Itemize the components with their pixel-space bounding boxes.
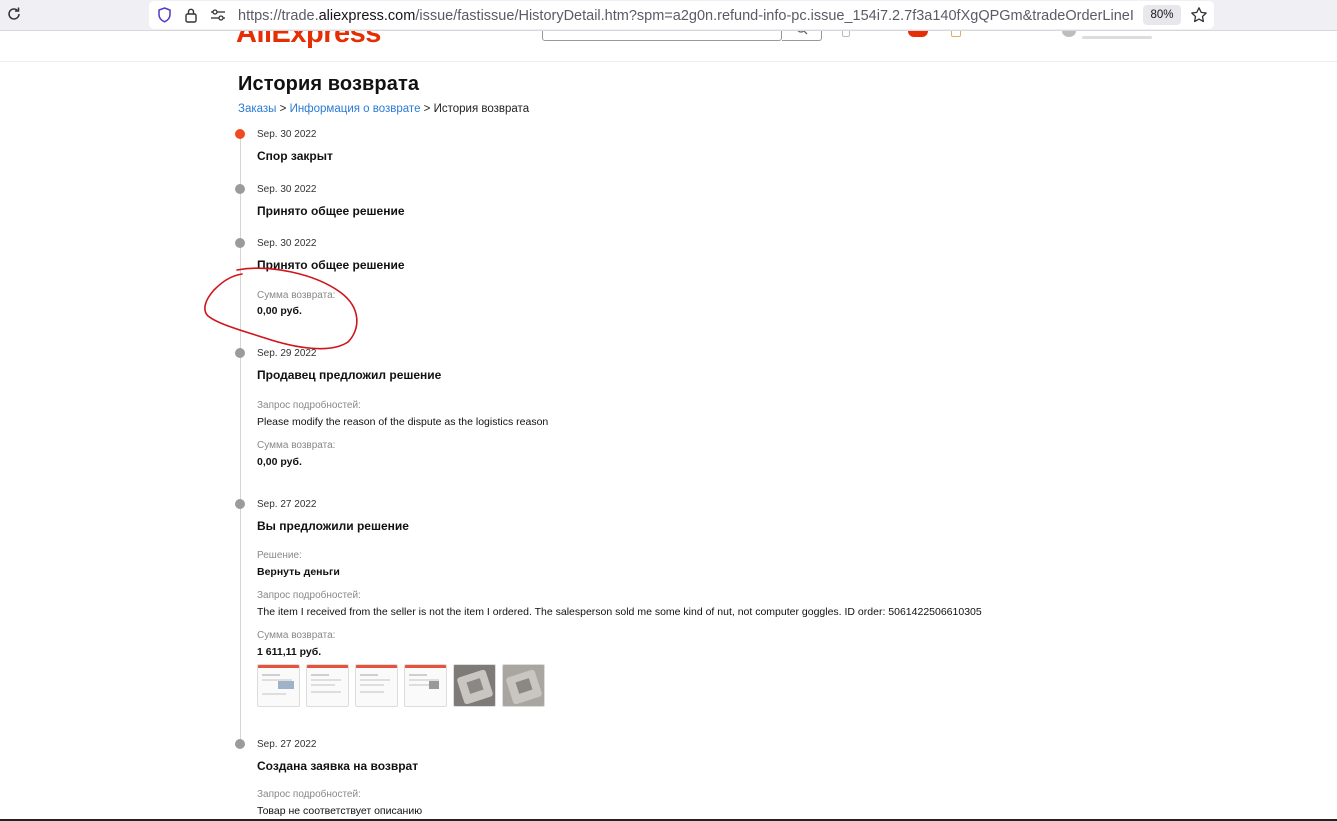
permissions-icon[interactable] [209, 6, 227, 24]
refund-amount-label: Сумма возврата: [257, 630, 336, 641]
timeline-event-title: Продавец предложил решение [257, 368, 442, 382]
browser-toolbar: https://trade.aliexpress.com/issue/fasti… [0, 0, 1337, 31]
bookmark-star-icon[interactable] [1189, 5, 1209, 25]
attachment-thumbnail-photo[interactable] [453, 664, 496, 707]
timeline-dot-active [235, 129, 245, 139]
timeline-dot [235, 499, 245, 509]
attachment-thumbnail-screenshot[interactable] [306, 664, 349, 707]
site-header: AliExpress [0, 31, 1337, 62]
url-host: aliexpress.com [318, 8, 416, 24]
cart-icon[interactable] [842, 31, 850, 37]
attachment-thumbnail-screenshot[interactable] [355, 664, 398, 707]
breadcrumb-separator: > [279, 103, 287, 115]
attachment-thumbnails [257, 664, 545, 707]
details-label: Запрос подробностей: [257, 789, 361, 800]
timeline-date: Sep. 27 2022 [257, 499, 317, 510]
tracking-protection-shield-icon[interactable] [155, 6, 173, 24]
search-input[interactable] [542, 31, 782, 41]
lock-icon[interactable] [182, 6, 200, 24]
timeline-date: Sep. 27 2022 [257, 739, 317, 750]
account-menu[interactable] [1082, 36, 1152, 39]
timeline-date: Sep. 30 2022 [257, 129, 317, 140]
details-label: Запрос подробностей: [257, 400, 361, 411]
page-title: История возврата [238, 73, 420, 95]
breadcrumb-separator: > [423, 103, 431, 115]
details-label: Запрос подробностей: [257, 590, 361, 601]
solution-value: Вернуть деньги [257, 566, 340, 578]
timeline-date: Sep. 30 2022 [257, 238, 317, 249]
timeline-dot [235, 739, 245, 749]
timeline-dot [235, 184, 245, 194]
timeline-dot [235, 238, 245, 248]
url-path: /issue/fastissue/HistoryDetail.htm?spm=a… [415, 8, 1134, 24]
refund-amount-label: Сумма возврата: [257, 290, 336, 301]
timeline-event-title: Принято общее решение [257, 258, 405, 272]
timeline-date: Sep. 29 2022 [257, 348, 317, 359]
wishlist-icon[interactable] [951, 31, 961, 37]
reload-icon[interactable] [4, 4, 24, 24]
attachment-thumbnail-screenshot[interactable] [404, 664, 447, 707]
timeline-line [240, 134, 241, 744]
timeline-event-title: Вы предложили решение [257, 519, 409, 533]
timeline-event-title: Спор закрыт [257, 149, 333, 163]
attachment-thumbnail-screenshot[interactable] [257, 664, 300, 707]
url-text[interactable]: https://trade.aliexpress.com/issue/fasti… [238, 7, 1134, 25]
timeline-date: Sep. 30 2022 [257, 184, 317, 195]
breadcrumb-refund-info-link[interactable]: Информация о возврате [290, 103, 421, 115]
aliexpress-logo[interactable]: AliExpress [236, 31, 381, 50]
breadcrumb-orders-link[interactable]: Заказы [238, 103, 276, 115]
timeline-dot [235, 348, 245, 358]
url-prefix: https://trade. [238, 8, 319, 24]
breadcrumb: Заказы > Информация о возврате > История… [238, 103, 529, 115]
zoom-level-badge[interactable]: 80% [1143, 5, 1181, 25]
search-button[interactable] [782, 31, 822, 41]
timeline-event-title: Создана заявка на возврат [257, 759, 419, 773]
refund-amount-value: 0,00 руб. [257, 456, 302, 468]
details-value: Please modify the reason of the dispute … [257, 416, 549, 428]
timeline-event-title: Принято общее решение [257, 204, 405, 218]
refund-amount-value: 1 611,11 руб. [257, 646, 322, 658]
notification-icon[interactable] [908, 31, 928, 37]
details-value: The item I received from the seller is n… [257, 606, 982, 618]
search-icon [796, 31, 808, 40]
address-bar[interactable]: https://trade.aliexpress.com/issue/fasti… [149, 1, 1214, 29]
details-value: Товар не соответствует описанию [257, 805, 423, 817]
attachment-thumbnail-photo[interactable] [502, 664, 545, 707]
breadcrumb-current: История возврата [433, 103, 530, 115]
refund-amount-label: Сумма возврата: [257, 440, 336, 451]
avatar[interactable] [1062, 31, 1076, 37]
solution-label: Решение: [257, 550, 302, 561]
refund-amount-value: 0,00 руб. [257, 305, 302, 317]
